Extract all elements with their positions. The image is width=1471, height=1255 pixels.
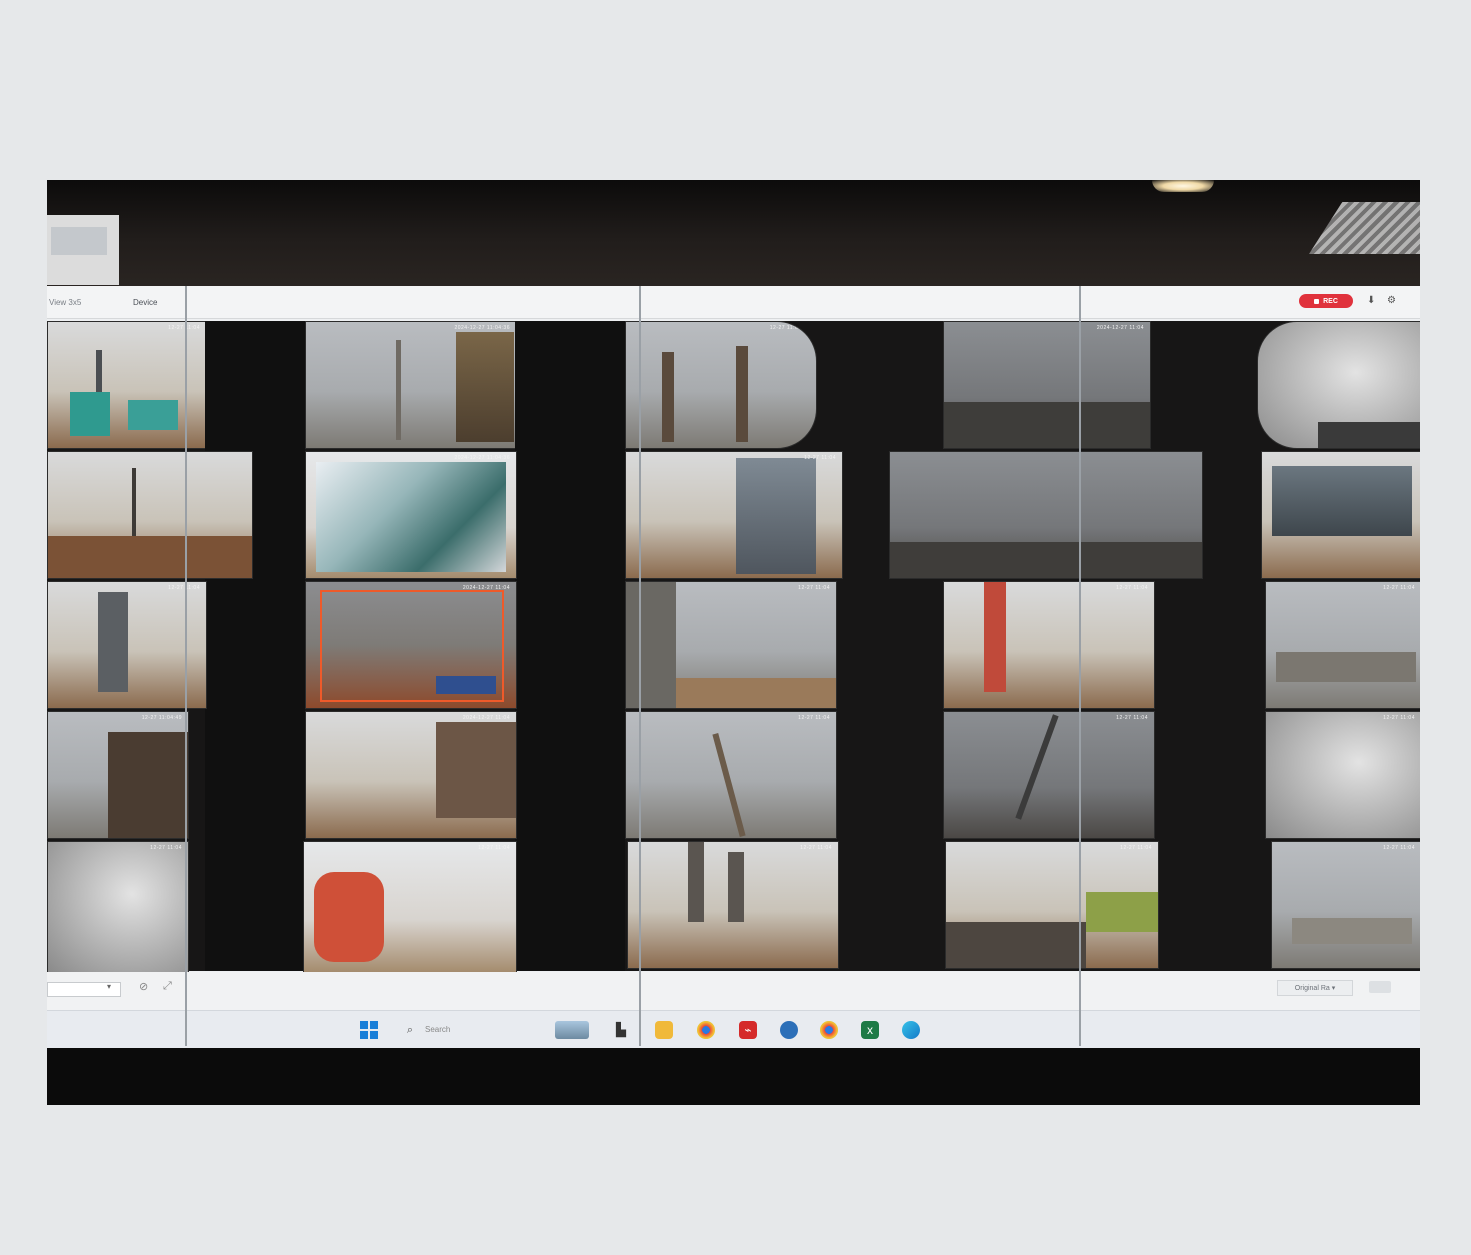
chrome-icon[interactable] [820,1021,838,1039]
tower [98,592,128,692]
chimney [662,352,674,442]
wall-panel [47,215,119,285]
camera-tile[interactable]: 12-27 11:04:49 [47,711,189,839]
windows-start-icon[interactable] [360,1021,378,1039]
red-pipe [314,872,384,962]
tank [128,400,178,430]
chimney [688,842,704,922]
tower [984,582,1006,692]
edge-icon[interactable] [902,1021,920,1039]
weather-widget-icon[interactable] [555,1021,589,1039]
gear-icon[interactable]: ⚙ [1387,295,1397,306]
machinery [736,458,816,574]
record-icon [1314,298,1320,304]
camera-tile[interactable]: 12-27 11:04 [1271,841,1420,969]
camera-tile[interactable]: 12-27 11:04 [945,841,1159,969]
blue-structure [70,392,110,436]
ground [676,678,836,708]
camera-tile[interactable] [1261,451,1420,579]
download-icon[interactable]: ⬇ [1367,295,1375,307]
task-view-icon[interactable]: ▙ [612,1021,630,1039]
pdf-icon[interactable]: ⌁ [739,1021,757,1039]
building [1276,652,1416,682]
video-wall: View 3x5 Device REC ⬇ ⚙ 12-27 11:04 2024… [47,286,1420,1049]
ceiling-light [1152,180,1214,192]
camera-tile[interactable] [47,451,253,579]
camera-tile[interactable]: 2024-12-27 11:04 [305,711,517,839]
camera-grid: 12-27 11:04 2024-12-27 11:04:36 12-27 11… [47,321,1420,973]
windows-taskbar: ⌕ Search ▙ ⌁ x [47,1010,1420,1049]
crane [1015,714,1059,820]
taskbar-search[interactable]: Search [425,1025,450,1034]
rail-track [946,922,1086,968]
camera-tile[interactable]: 2024-12-27 11:04:36 [305,321,517,449]
record-button[interactable]: REC [1299,294,1353,308]
camera-tile[interactable]: 12-27 11:04 [943,581,1155,709]
fullscreen-icon[interactable]: ⤢ [163,980,172,993]
search-icon[interactable]: ⌕ [401,1021,419,1039]
camera-tile[interactable]: 12-27 11:04 [1265,581,1420,709]
field [1086,892,1158,932]
camera-tile[interactable]: 2024-12-27 11:04 [943,321,1151,449]
app-icon[interactable] [780,1021,798,1039]
wall-gap [205,321,305,971]
chevron-down-icon[interactable]: ▾ [107,982,111,991]
chimney [728,852,744,922]
camera-tile[interactable]: 12-27 11:04 [625,711,837,839]
camera-tile[interactable] [889,451,1203,579]
camera-tile[interactable]: 2024-12-27 11:04:36 [305,451,517,579]
wall [626,582,676,708]
ceiling [47,180,1420,288]
camera-tile[interactable]: 12-27 11:04 [1265,711,1420,839]
view-menu[interactable]: View 3x5 [49,298,81,307]
chimney [736,346,748,442]
wall-panel-screen [51,227,107,255]
solar-panels [436,676,496,694]
camera-tile[interactable]: 12-27 11:04 [625,581,837,709]
scaffold [456,332,514,442]
display-bezel [1079,286,1081,1046]
excel-icon[interactable]: x [861,1021,879,1039]
building [108,732,188,838]
chrome-icon[interactable] [697,1021,715,1039]
camera-tile[interactable]: 12-27 11:04 [47,321,207,449]
file-explorer-icon[interactable] [655,1021,673,1039]
vms-toolbar: View 3x5 Device REC ⬇ ⚙ [47,286,1420,319]
floor-shadow [47,1048,1420,1105]
ground [890,542,1202,578]
building [1272,466,1412,536]
camera-tile[interactable]: 12-27 11:04 [943,711,1155,839]
pole [396,340,401,440]
device-menu[interactable]: Device [133,298,157,307]
control-room-photo: View 3x5 Device REC ⬇ ⚙ 12-27 11:04 2024… [47,180,1420,1105]
camera-tile[interactable]: 2024-12-27 11:04 [305,581,517,709]
camera-tile[interactable]: 12-27 11:04 [47,581,207,709]
layout-button[interactable] [1369,981,1391,993]
ground [48,536,252,578]
camera-tile[interactable]: 12-27 11:04:37 [625,321,817,449]
display-bezel [185,286,187,1046]
structure [1318,422,1420,448]
camera-tile[interactable]: 12-27 11:04 [303,841,517,973]
camera-tile[interactable]: 12-27 11:04 [627,841,839,969]
camera-tile[interactable]: 12-27 11:04 [625,451,843,579]
camera-tile[interactable] [1257,321,1420,449]
ceiling-vent [1309,202,1420,254]
crane [712,733,746,837]
wall-gap [515,321,625,971]
display-bezel [639,286,641,1046]
building [1292,918,1412,944]
ground [944,402,1150,448]
refresh-icon[interactable]: ⊘ [139,980,148,993]
workshop-interior [316,462,506,572]
shed [436,722,516,818]
aspect-ratio-select[interactable]: Original Ra ▾ [1277,980,1353,996]
camera-tile[interactable]: 12-27 11:04 [47,841,189,973]
